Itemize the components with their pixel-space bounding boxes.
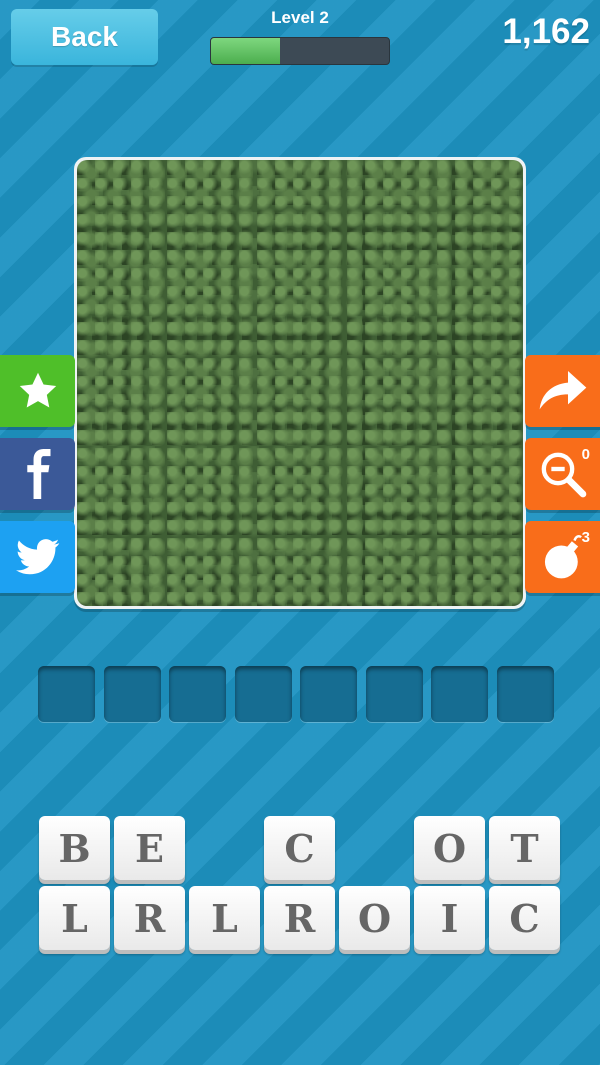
- star-icon: [19, 372, 56, 408]
- answer-slots: [38, 666, 554, 724]
- letter-tile[interactable]: R: [114, 886, 185, 950]
- answer-slot[interactable]: [234, 666, 292, 722]
- empty-tile-space: [189, 816, 260, 880]
- skip-button[interactable]: [525, 355, 600, 427]
- facebook-share-button[interactable]: [0, 438, 75, 510]
- answer-slot[interactable]: [365, 666, 423, 722]
- answer-slot[interactable]: [300, 666, 358, 722]
- answer-slot[interactable]: [103, 666, 161, 722]
- bomb-count-badge: 3: [581, 529, 590, 546]
- back-button[interactable]: Back: [11, 9, 158, 65]
- empty-tile-space: [339, 816, 410, 880]
- twitter-icon: [15, 539, 59, 575]
- answer-slot[interactable]: [431, 666, 489, 722]
- level-label: Level 2: [271, 8, 329, 27]
- letter-row-2: LRLROIC: [39, 886, 564, 950]
- letter-row-1: BE C OT: [39, 816, 564, 880]
- letter-tile[interactable]: C: [264, 816, 335, 880]
- facebook-icon: [26, 449, 50, 499]
- letter-tile[interactable]: R: [264, 886, 335, 950]
- answer-slot[interactable]: [169, 666, 227, 722]
- letter-tile[interactable]: B: [39, 816, 110, 880]
- level-progress-fill: [211, 38, 281, 64]
- letter-tile[interactable]: L: [39, 886, 110, 950]
- letter-tile[interactable]: O: [339, 886, 410, 950]
- twitter-share-button[interactable]: [0, 521, 75, 593]
- zoom-out-icon: [541, 452, 586, 498]
- letter-tile[interactable]: C: [489, 886, 560, 950]
- letter-tile[interactable]: O: [414, 816, 485, 880]
- letter-tile[interactable]: E: [114, 816, 185, 880]
- puzzle-image-frame: [74, 157, 526, 609]
- letter-tile[interactable]: T: [489, 816, 560, 880]
- answer-slot[interactable]: [496, 666, 554, 722]
- puzzle-image: [77, 160, 523, 606]
- skip-arrow-icon: [539, 371, 586, 410]
- letter-tile[interactable]: I: [414, 886, 485, 950]
- bomb-button[interactable]: 3: [525, 521, 600, 593]
- zoom-out-button[interactable]: 0: [525, 438, 600, 510]
- bomb-icon: [544, 535, 582, 579]
- letter-tile[interactable]: L: [189, 886, 260, 950]
- zoom-count-badge: 0: [581, 446, 590, 463]
- coin-score: 1,162: [502, 12, 590, 51]
- rate-star-button[interactable]: [0, 355, 75, 427]
- level-progress-bar: [210, 37, 390, 65]
- answer-slot[interactable]: [38, 666, 95, 722]
